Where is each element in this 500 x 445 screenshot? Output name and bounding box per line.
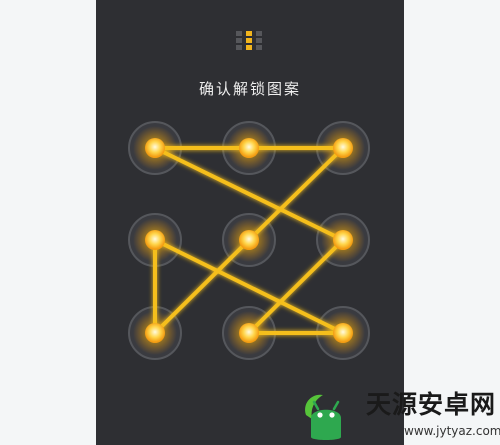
pattern-node[interactable] (239, 138, 259, 158)
watermark-title: 天源安卓网 (366, 390, 497, 419)
pattern-node[interactable] (145, 138, 165, 158)
watermark: 天源安卓网 www.jytyaz.com (296, 385, 500, 445)
pattern-node[interactable] (333, 138, 353, 158)
android-robot-icon (305, 394, 341, 440)
pattern-lock-grid[interactable] (0, 0, 500, 445)
pattern-node[interactable] (333, 230, 353, 250)
pattern-node[interactable] (239, 323, 259, 343)
pattern-node[interactable] (145, 230, 165, 250)
watermark-url: www.jytyaz.com (404, 424, 500, 438)
pattern-node[interactable] (145, 323, 165, 343)
pattern-node[interactable] (333, 323, 353, 343)
pattern-node[interactable] (239, 230, 259, 250)
